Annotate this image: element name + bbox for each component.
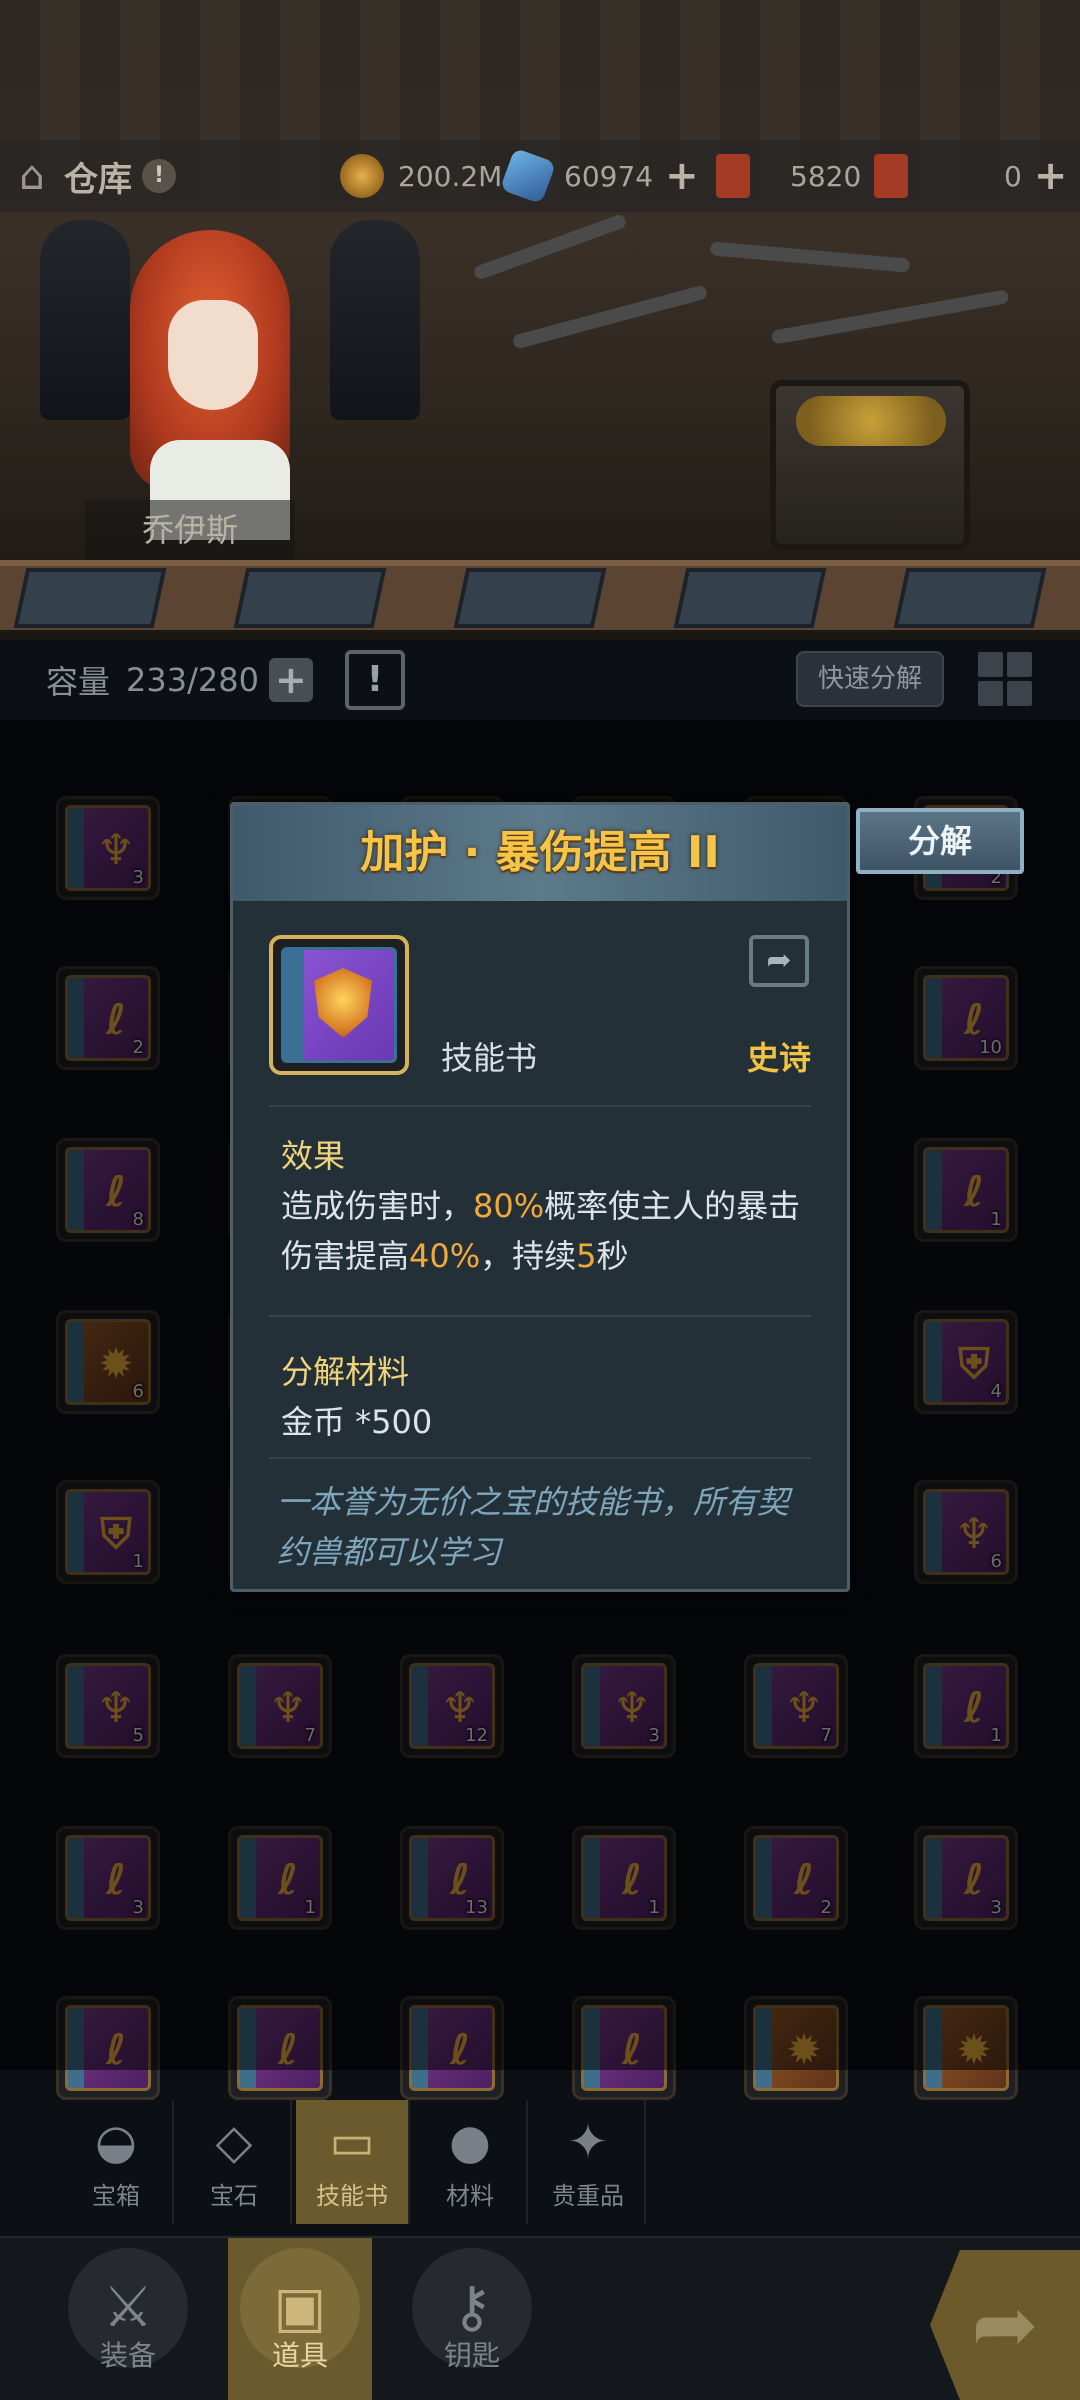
alert-icon[interactable]: !	[142, 159, 176, 193]
book-icon: ▭	[329, 2114, 375, 2170]
category-tabs: ◒ 宝箱 ◇ 宝石 ▭ 技能书 ● 材料 ✦ 贵重品	[60, 2100, 650, 2224]
resource-value: 60974	[564, 159, 654, 193]
tab-skill-book[interactable]: ▭ 技能书	[296, 2100, 410, 2224]
crystal-icon	[499, 147, 557, 205]
decompose-button[interactable]: 分解	[856, 808, 1024, 874]
gold-coin-icon	[340, 154, 384, 198]
tab-gem[interactable]: ◇ 宝石	[178, 2100, 292, 2224]
valuable-icon: ✦	[567, 2114, 609, 2170]
resource-value: 200.2M	[398, 159, 503, 193]
material-text: 金币 *500	[281, 1403, 433, 1441]
capacity-value: 233/280	[126, 661, 259, 699]
nav-key[interactable]: ⚷ 钥匙	[400, 2238, 544, 2400]
nav-label: 道具	[271, 2339, 328, 2372]
forward-arrow-icon[interactable]: ➦	[930, 2250, 1080, 2400]
tab-valuable[interactable]: ✦ 贵重品	[532, 2100, 646, 2224]
weapon-rack	[450, 213, 1030, 380]
divider	[269, 1315, 811, 1317]
effect-description: 造成伤害时，80%概率使主人的暴击伤害提高40%，持续5秒	[281, 1187, 801, 1275]
flavor-text: 一本誉为无价之宝的技能书，所有契约兽都可以学习	[277, 1483, 790, 1571]
add-ticket-button[interactable]: +	[1034, 156, 1068, 196]
bottom-navigation: ⚔ 装备 ▣ 道具 ⚷ 钥匙	[0, 2236, 1080, 2400]
resource-ticket: 5820	[716, 140, 861, 212]
warehouse-title-button[interactable]: ⌂ 仓库 !	[10, 140, 176, 212]
resource-crystal: 60974 +	[499, 140, 699, 212]
material-title: 分解材料	[281, 1353, 410, 1391]
tab-material[interactable]: ● 材料	[414, 2100, 528, 2224]
popup-header: 加护 · 暴伤提高 II	[233, 805, 847, 901]
capacity-row: 容量 233/280 +	[46, 650, 313, 710]
resource-value: 0	[1004, 159, 1022, 193]
nav-label: 钥匙	[443, 2339, 500, 2372]
share-icon[interactable]: ➦	[749, 935, 809, 987]
character-name: 乔伊斯	[85, 500, 295, 560]
top-bar: ⌂ 仓库 ! 200.2M 60974 + 5820 0 +	[0, 140, 1080, 212]
armor-stand	[330, 220, 420, 420]
effect-title: 效果	[281, 1137, 346, 1175]
nav-items[interactable]: ▣ 道具	[228, 2238, 372, 2400]
ticket2-icon	[874, 154, 908, 198]
item-title: 加护 · 暴伤提高 II	[360, 827, 720, 878]
gem-icon: ◇	[215, 2114, 253, 2170]
notice-icon[interactable]: !	[345, 650, 405, 710]
tab-label: 贵重品	[552, 2182, 624, 2210]
treasure-chest	[770, 380, 970, 550]
quick-decompose-button[interactable]: 快速分解	[796, 651, 944, 707]
warehouse-icon: ⌂	[19, 153, 45, 199]
material-icon: ●	[449, 2114, 491, 2170]
chest-icon: ◒	[95, 2114, 137, 2170]
tab-label: 宝箱	[92, 2182, 140, 2210]
character-portrait[interactable]	[100, 210, 310, 540]
item-rarity: 史诗	[746, 1039, 811, 1077]
resource-ticket2: 0 +	[874, 140, 1067, 212]
item-detail-popup: 加护 · 暴伤提高 II ➦ 技能书 史诗 效果 造成伤害时，80%概率使主人的…	[230, 802, 850, 1592]
tab-label: 技能书	[316, 2182, 388, 2210]
ticket-icon	[716, 154, 750, 198]
nav-label: 装备	[99, 2339, 156, 2372]
warehouse-scene: 乔伊斯	[0, 0, 1080, 640]
tab-label: 材料	[446, 2182, 494, 2210]
item-type: 技能书	[441, 1039, 538, 1077]
tab-label: 宝石	[210, 2182, 258, 2210]
resource-gold: 200.2M	[340, 140, 502, 212]
add-crystal-button[interactable]: +	[665, 156, 699, 196]
expand-capacity-button[interactable]: +	[268, 658, 313, 702]
nav-equipment[interactable]: ⚔ 装备	[56, 2238, 200, 2400]
grid-view-icon[interactable]	[978, 652, 1032, 706]
skill-book-icon	[269, 935, 409, 1075]
tab-chest[interactable]: ◒ 宝箱	[60, 2100, 174, 2224]
divider	[269, 1457, 811, 1459]
resource-value: 5820	[790, 159, 862, 193]
capacity-label: 容量	[46, 663, 111, 701]
divider	[269, 1105, 811, 1107]
page-title: 仓库	[64, 159, 132, 200]
